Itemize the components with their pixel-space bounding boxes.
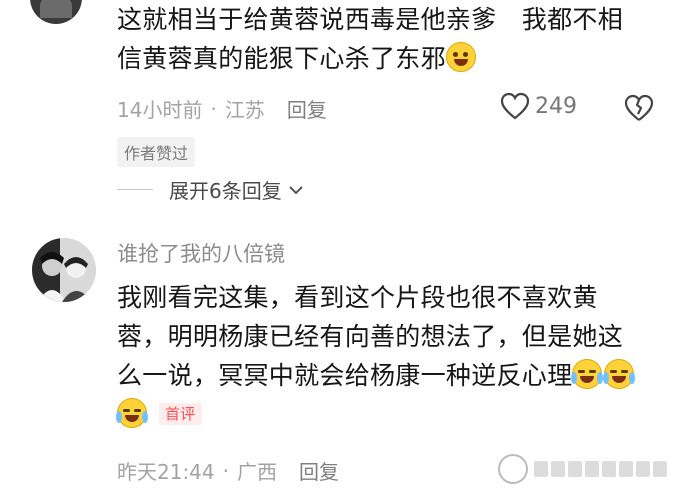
divider-line — [117, 189, 153, 190]
avatar-comment1[interactable] — [30, 0, 82, 24]
first-comment-badge: 首评 — [159, 403, 202, 425]
reply-button[interactable]: 回复 — [287, 94, 327, 123]
tears-of-joy-icon — [116, 398, 148, 428]
broken-heart-icon[interactable] — [624, 93, 654, 123]
like-button[interactable]: 249 — [500, 92, 577, 120]
blush-emoji-icon — [445, 42, 476, 72]
comment-location: 广西 — [237, 460, 277, 484]
watermark-text-blur — [534, 461, 667, 477]
avatar-comment2[interactable] — [32, 238, 96, 302]
comment-time: 昨天21:44 — [117, 460, 215, 484]
comment-meta: 昨天21:44 · 广西 回复 — [117, 456, 339, 485]
like-count: 249 — [535, 93, 577, 119]
expand-replies-button[interactable]: 展开6条回复 — [117, 175, 304, 204]
heart-icon — [500, 92, 530, 120]
comment-text-body: 这就相当于给黄蓉说西毒是他亲爹 我都不相信黄蓉真的能狠下心杀了东邪 — [117, 5, 624, 73]
separator-dot: · — [210, 96, 217, 121]
comment-text: 我刚看完这集，看到这个片段也很不喜欢黄蓉，明明杨康已经有向善的想法了，但是她这么… — [116, 278, 637, 434]
comment-text-body: 我刚看完这集，看到这个片段也很不喜欢黄蓉，明明杨康已经有向善的想法了，但是她这么… — [117, 283, 624, 390]
comment-meta: 14小时前 · 江苏 回复 — [117, 94, 327, 123]
expand-replies-label: 展开6条回复 — [169, 179, 282, 203]
author-liked-badge: 作者赞过 — [117, 137, 196, 167]
watermark — [498, 452, 688, 486]
reply-button[interactable]: 回复 — [299, 456, 339, 485]
comment-time: 14小时前 — [117, 98, 203, 122]
chevron-down-icon — [289, 185, 303, 194]
tears-of-joy-icon — [603, 359, 636, 389]
comment-text: 这就相当于给黄蓉说西毒是他亲爹 我都不相信黄蓉真的能狠下心杀了东邪 — [117, 0, 637, 78]
username[interactable]: 谁抢了我的八倍镜 — [117, 238, 285, 268]
tears-of-joy-icon — [571, 359, 604, 389]
comment-location: 江苏 — [224, 98, 265, 122]
avatar-photo — [32, 238, 96, 302]
watermark-logo-icon — [498, 454, 528, 484]
separator-dot: · — [222, 458, 229, 483]
